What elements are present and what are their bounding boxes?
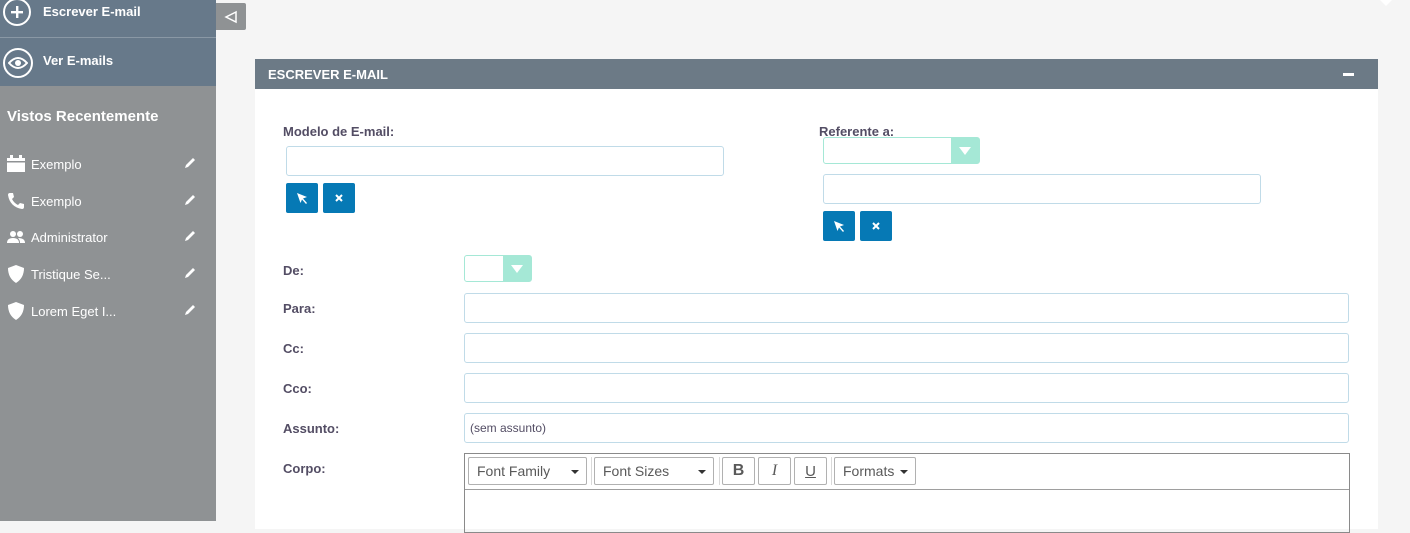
view-emails-action[interactable]: Ver E-mails xyxy=(0,38,216,86)
recent-item-label: Tristique Se... xyxy=(31,266,111,282)
chevron-down-icon xyxy=(951,138,979,163)
panel-header: ESCREVER E-MAIL xyxy=(255,59,1378,89)
chevron-down-icon xyxy=(503,256,531,281)
compose-email-label: Escrever E-mail xyxy=(43,4,141,19)
sidebar-toggle-button[interactable] xyxy=(216,3,246,30)
body-label: Corpo: xyxy=(283,461,326,476)
toolbar-separator xyxy=(591,457,592,485)
view-emails-label: Ver E-mails xyxy=(43,53,114,68)
subject-input[interactable]: (sem assunto) xyxy=(464,413,1349,443)
plus-icon xyxy=(3,0,31,26)
compose-email-panel: ESCREVER E-MAIL Modelo de E-mail: Refere… xyxy=(255,59,1378,533)
bold-button[interactable]: B xyxy=(722,457,755,485)
related-select-button[interactable] xyxy=(823,211,855,241)
caret-down-icon xyxy=(698,470,706,474)
toolbar-separator xyxy=(831,457,832,485)
cc-label: Cc: xyxy=(283,341,304,356)
font-family-dropdown[interactable]: Font Family xyxy=(468,457,587,485)
underline-button[interactable]: U xyxy=(794,457,827,485)
caret-down-icon xyxy=(900,470,908,474)
subject-value: (sem assunto) xyxy=(470,421,547,435)
recent-item[interactable]: Exemplo xyxy=(0,187,216,215)
cc-input[interactable] xyxy=(464,333,1349,363)
template-select-button[interactable] xyxy=(286,183,318,213)
close-icon xyxy=(335,194,343,202)
eye-icon xyxy=(3,48,33,78)
from-select[interactable] xyxy=(464,255,532,282)
pencil-icon[interactable] xyxy=(183,229,199,245)
compose-email-action[interactable]: Escrever E-mail xyxy=(0,0,216,37)
body-editor[interactable]: Font Family Font Sizes B I U Formats xyxy=(464,453,1350,533)
formats-dropdown[interactable]: Formats xyxy=(834,457,916,485)
editor-toolbar: Font Family Font Sizes B I U Formats xyxy=(465,454,1349,490)
font-sizes-label: Font Sizes xyxy=(603,463,670,479)
italic-button[interactable]: I xyxy=(758,457,791,485)
calendar-icon xyxy=(6,154,26,174)
to-label: Para: xyxy=(283,301,316,316)
template-label: Modelo de E-mail: xyxy=(283,124,395,139)
shield-icon xyxy=(6,264,26,284)
subject-label: Assunto: xyxy=(283,421,340,436)
toolbar-separator xyxy=(719,457,720,485)
related-input[interactable] xyxy=(823,174,1261,204)
phone-icon xyxy=(6,191,26,211)
panel-title: ESCREVER E-MAIL xyxy=(268,67,388,82)
pencil-icon[interactable] xyxy=(183,303,199,319)
recently-viewed-title: Vistos Recentemente xyxy=(7,108,159,125)
formats-label: Formats xyxy=(843,463,895,479)
bold-label: B xyxy=(732,462,745,479)
bcc-input[interactable] xyxy=(464,373,1349,403)
recent-item-label: Exemplo xyxy=(31,193,82,209)
template-input[interactable] xyxy=(286,146,724,176)
related-clear-button[interactable] xyxy=(860,211,892,241)
recent-item[interactable]: Exemplo xyxy=(0,150,216,178)
shield-icon xyxy=(6,301,26,321)
recent-item-label: Exemplo xyxy=(31,156,82,172)
caret-down-icon xyxy=(571,470,579,474)
recent-item-label: Administrator xyxy=(31,229,108,245)
font-family-label: Font Family xyxy=(477,463,551,479)
italic-label: I xyxy=(771,462,778,479)
related-type-select[interactable] xyxy=(823,137,980,164)
cursor-icon xyxy=(834,221,844,232)
pencil-icon[interactable] xyxy=(183,193,199,209)
triangle-left-icon xyxy=(224,10,237,23)
pencil-icon[interactable] xyxy=(183,266,199,282)
cursor-icon xyxy=(297,193,307,204)
to-input[interactable] xyxy=(464,293,1349,323)
close-icon xyxy=(872,222,880,230)
collapse-icon[interactable] xyxy=(1343,73,1354,76)
recent-item[interactable]: Lorem Eget I... xyxy=(0,297,216,325)
template-clear-button[interactable] xyxy=(323,183,355,213)
recent-item[interactable]: Tristique Se... xyxy=(0,260,216,288)
bcc-label: Cco: xyxy=(283,381,312,396)
pencil-icon[interactable] xyxy=(183,156,199,172)
dropdown-notch-icon xyxy=(1380,0,1392,6)
recent-item[interactable]: Administrator xyxy=(0,223,216,251)
sidebar-actions: Escrever E-mail Ver E-mails xyxy=(0,0,216,86)
recent-item-label: Lorem Eget I... xyxy=(31,303,117,319)
from-label: De: xyxy=(283,263,304,278)
users-icon xyxy=(6,227,26,247)
underline-label: U xyxy=(805,462,816,480)
sidebar: Escrever E-mail Ver E-mails Vistos Recen… xyxy=(0,0,216,521)
font-sizes-dropdown[interactable]: Font Sizes xyxy=(594,457,714,485)
